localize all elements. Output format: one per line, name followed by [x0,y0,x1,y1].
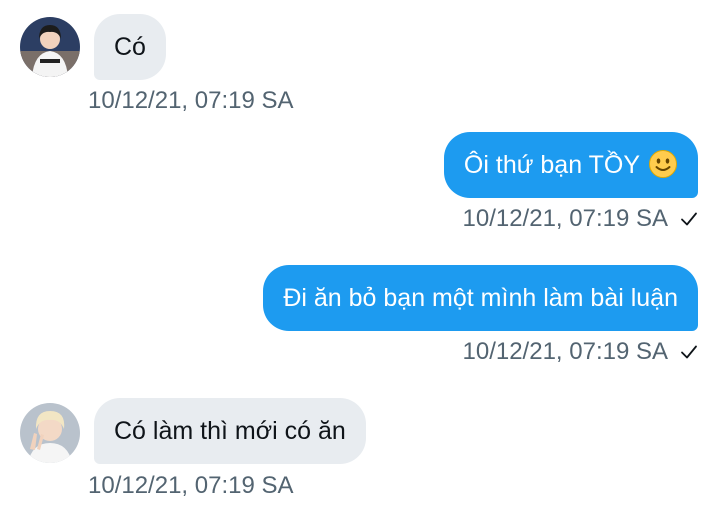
checkmark-icon [681,212,697,226]
message-bubble[interactable]: Đi ăn bỏ bạn một mình làm bài luận [263,265,698,331]
message-bubble[interactable]: Ôi thứ bạn TỒY [443,132,698,198]
sender-avatar[interactable] [20,403,80,463]
message-bubble[interactable]: Có làm thì mới có ăn [94,398,366,464]
message-timestamp: 10/12/21, 07:19 SA [88,86,294,116]
sender-avatar[interactable] [20,17,80,77]
timestamp-text: 10/12/21, 07:19 SA [462,205,669,232]
message-timestamp: 10/12/21, 07:19 SA [463,337,699,367]
user-avatar-1 [20,17,80,77]
checkmark-icon [681,345,697,359]
message-text: Đi ăn bỏ bạn một mình làm bài luận [283,284,678,312]
timestamp-text: 10/12/21, 07:19 SA [88,87,294,114]
timestamp-text: 10/12/21, 07:19 SA [462,338,669,365]
message-text: Ôi thứ bạn TỒY [463,151,640,179]
message-text: Có làm thì mới có ăn [114,417,346,445]
timestamp-text: 10/12/21, 07:19 SA [88,472,294,499]
slightly-smiling-face-icon [649,150,677,179]
message-timestamp: 10/12/21, 07:19 SA [463,204,699,234]
message-bubble[interactable]: Có [94,14,166,80]
user-avatar-2 [20,403,80,463]
message-text: Có [114,33,146,61]
message-timestamp: 10/12/21, 07:19 SA [88,471,294,501]
